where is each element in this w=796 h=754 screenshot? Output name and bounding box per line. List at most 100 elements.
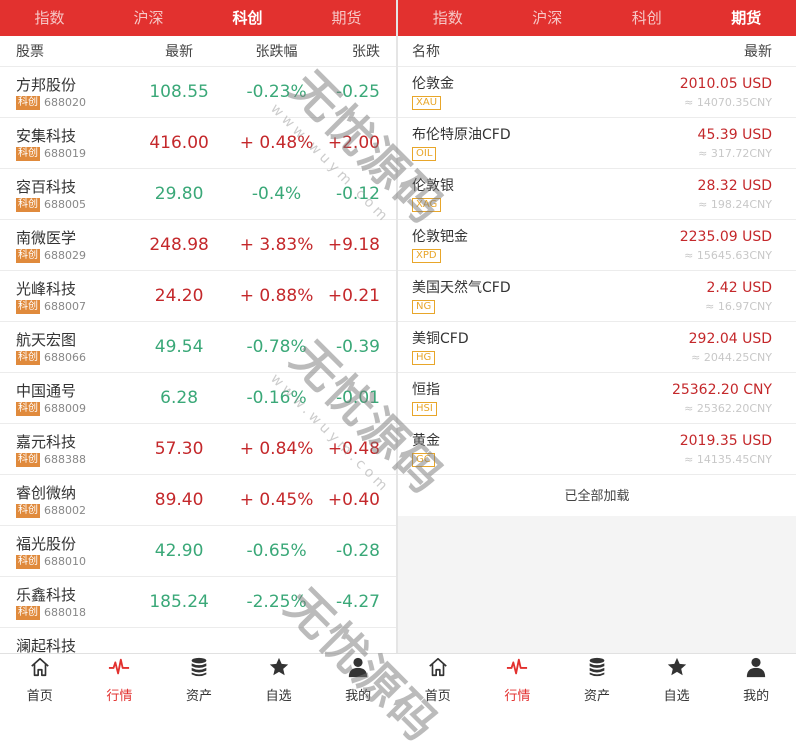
nav-item-1[interactable]: 行情	[478, 654, 558, 706]
tab-index[interactable]: 指数	[0, 0, 99, 36]
stock-price: 416.00	[131, 133, 226, 153]
nav-item-2[interactable]: 资产	[159, 654, 239, 706]
nav-label: 资产	[186, 685, 212, 704]
futures-row[interactable]: 美国天然气CFDNG2.42 USD≈ 16.97CNY	[398, 271, 796, 322]
futures-code-tag: HSI	[412, 402, 437, 416]
futures-name: 恒指	[412, 381, 440, 399]
futures-name: 伦敦银	[412, 177, 454, 195]
tab-hushen[interactable]: 沪深	[99, 0, 198, 36]
nav-label: 行情	[504, 685, 530, 704]
stock-row[interactable]: 安集科技科创688019416.00+ 0.48%+2.00	[0, 118, 396, 169]
market-tag: 科创	[16, 504, 40, 518]
futures-panel: 指数 沪深 科创 期货 名称 最新 伦敦金XAU2010.05 USD≈ 140…	[398, 0, 796, 706]
stock-change: +0.48	[326, 439, 396, 459]
stock-code: 688005	[44, 198, 86, 211]
tab-index[interactable]: 指数	[398, 0, 498, 36]
stock-row[interactable]: 容百科技科创68800529.80-0.4%-0.12	[0, 169, 396, 220]
bottom-nav: 首页行情资产 自选我的	[0, 653, 398, 706]
stock-code: 688388	[44, 453, 86, 466]
stock-change-pct: + 0.88%	[227, 286, 326, 306]
stock-row[interactable]: 嘉元科技科创68838857.30+ 0.84%+0.48	[0, 424, 396, 475]
stock-name: 福光股份	[16, 534, 131, 554]
futures-row[interactable]: 美铜CFDHG292.04 USD≈ 2044.25CNY	[398, 322, 796, 373]
bottom-nav: 首页 行情 资产自选 我的	[398, 653, 796, 706]
tab-kechuang[interactable]: 科创	[198, 0, 297, 36]
col-chg: 张跌	[326, 41, 396, 61]
futures-name: 伦敦金	[412, 75, 454, 93]
nav-label: 首页	[425, 685, 451, 704]
stock-row[interactable]: 乐鑫科技科创688018185.24-2.25%-4.27	[0, 577, 396, 628]
tab-futures[interactable]: 期货	[297, 0, 396, 36]
stock-price: 6.28	[131, 388, 226, 408]
stock-change: +0.40	[326, 490, 396, 510]
market-tag: 科创	[16, 249, 40, 263]
coin-stack-icon	[586, 656, 608, 682]
futures-row[interactable]: 黄金GC2019.35 USD≈ 14135.45CNY	[398, 424, 796, 475]
futures-cny: ≈ 14070.35CNY	[684, 96, 772, 109]
stock-row[interactable]: 光峰科技科创68800724.20+ 0.88%+0.21	[0, 271, 396, 322]
stock-change-pct: + 0.48%	[227, 133, 326, 153]
futures-price-cell: 2019.35 USD≈ 14135.45CNY	[680, 432, 772, 466]
stock-row[interactable]: 福光股份科创68801042.90-0.65%-0.28	[0, 526, 396, 577]
stock-row[interactable]: 方邦股份科创688020108.55-0.23%-0.25	[0, 67, 396, 118]
futures-cny: ≈ 198.24CNY	[698, 198, 772, 211]
stock-change: -4.27	[326, 592, 396, 612]
futures-code-tag: XPD	[412, 249, 441, 263]
futures-row[interactable]: 伦敦金XAU2010.05 USD≈ 14070.35CNY	[398, 67, 796, 118]
stock-code-line: 科创688002	[16, 504, 131, 518]
futures-row[interactable]: 伦敦钯金XPD2235.09 USD≈ 15645.63CNY	[398, 220, 796, 271]
stock-name: 睿创微纳	[16, 483, 131, 503]
market-tabs: 指数 沪深 科创 期货	[398, 0, 796, 36]
nav-label: 自选	[664, 685, 690, 704]
stock-name-cell: 航天宏图科创688066	[0, 330, 131, 365]
nav-item-0[interactable]: 首页	[398, 654, 478, 706]
stock-name-cell: 睿创微纳科创688002	[0, 483, 131, 518]
market-tag: 科创	[16, 300, 40, 314]
nav-item-0[interactable]: 首页	[0, 654, 80, 706]
stock-name: 航天宏图	[16, 330, 131, 350]
futures-row[interactable]: 布伦特原油CFDOIL45.39 USD≈ 317.72CNY	[398, 118, 796, 169]
futures-code-tag: XAU	[412, 96, 441, 110]
stock-row[interactable]: 南微医学科创688029248.98+ 3.83%+9.18	[0, 220, 396, 271]
stock-name: 方邦股份	[16, 75, 131, 95]
stock-panel: 指数 沪深 科创 期货 股票 最新 张跌幅 张跌 方邦股份科创688020108…	[0, 0, 398, 706]
stock-code-line: 科创688018	[16, 606, 131, 620]
market-tag: 科创	[16, 147, 40, 161]
futures-name-cell: 美国天然气CFDNG	[412, 279, 511, 314]
stock-list: 方邦股份科创688020108.55-0.23%-0.25安集科技科创68801…	[0, 67, 396, 679]
futures-cny: ≈ 317.72CNY	[698, 147, 772, 160]
nav-item-3[interactable]: 自选	[637, 654, 717, 706]
stock-price: 42.90	[131, 541, 226, 561]
pulse-chart-icon	[506, 656, 528, 682]
stock-code-line: 科创688066	[16, 351, 131, 365]
futures-cny: ≈ 25362.20CNY	[684, 402, 772, 415]
tab-kechuang[interactable]: 科创	[597, 0, 697, 36]
futures-name-cell: 伦敦银XAG	[412, 177, 454, 212]
futures-cny: ≈ 14135.45CNY	[684, 453, 772, 466]
nav-item-4[interactable]: 我的	[716, 654, 796, 706]
tab-futures[interactable]: 期货	[697, 0, 796, 36]
stock-name-cell: 方邦股份科创688020	[0, 75, 131, 110]
nav-item-1[interactable]: 行情	[80, 654, 160, 706]
nav-item-4[interactable]: 我的	[318, 654, 398, 706]
futures-name-cell: 恒指 HSI	[412, 381, 440, 416]
table-header: 名称 最新	[398, 36, 796, 67]
nav-item-2[interactable]: 资产	[557, 654, 637, 706]
futures-row[interactable]: 伦敦银XAG28.32 USD≈ 198.24CNY	[398, 169, 796, 220]
futures-cny: ≈ 16.97CNY	[705, 300, 772, 313]
stock-change: -0.01	[326, 388, 396, 408]
futures-price: 2235.09 USD	[680, 228, 772, 246]
stock-row[interactable]: 航天宏图科创68806649.54-0.78%-0.39	[0, 322, 396, 373]
stock-row[interactable]: 睿创微纳科创68800289.40+ 0.45%+0.40	[0, 475, 396, 526]
tab-hushen[interactable]: 沪深	[498, 0, 598, 36]
nav-item-3[interactable]: 自选	[239, 654, 319, 706]
futures-row[interactable]: 恒指HSI25362.20 CNY≈ 25362.20CNY	[398, 373, 796, 424]
col-pct: 张跌幅	[227, 41, 326, 61]
stock-name: 光峰科技	[16, 279, 131, 299]
stock-change-pct: -0.23%	[227, 82, 326, 102]
futures-price: 292.04 USD	[689, 330, 772, 348]
stock-row[interactable]: 中国通号科创6880096.28-0.16%-0.01	[0, 373, 396, 424]
stock-name-cell: 容百科技科创688005	[0, 177, 131, 212]
stock-price: 24.20	[131, 286, 226, 306]
stock-change-pct: -0.16%	[227, 388, 326, 408]
